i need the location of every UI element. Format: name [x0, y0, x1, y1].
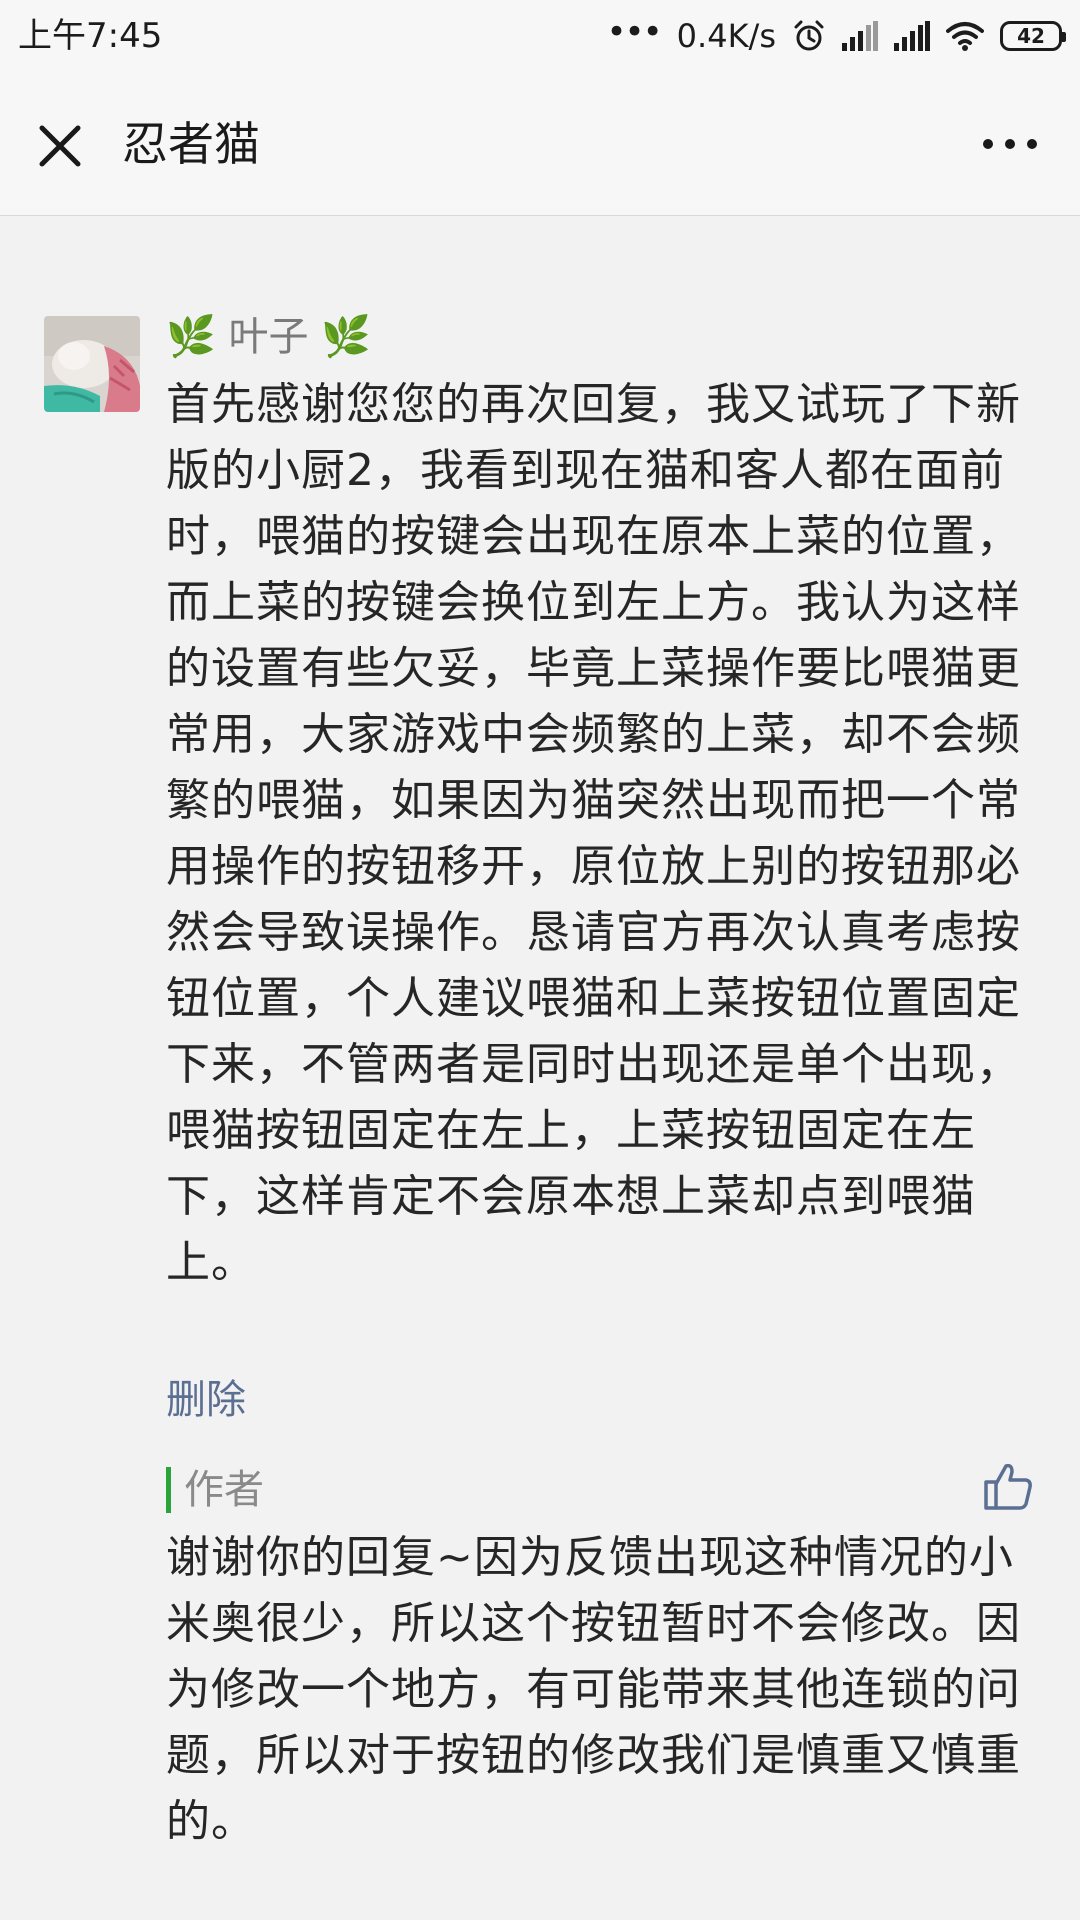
battery-icon: 42 — [1000, 21, 1066, 51]
author-name[interactable]: 🌿 叶子 🌿 — [166, 310, 371, 364]
page-title: 忍者猫 — [122, 117, 260, 171]
reply-accent-bar — [166, 1467, 171, 1513]
avatar[interactable] — [44, 316, 140, 412]
close-button[interactable] — [24, 110, 96, 182]
thumbs-up-icon — [984, 1463, 1032, 1510]
delete-button[interactable]: 删除 — [166, 1370, 246, 1430]
reply-text: 谢谢你的回复~因为反馈出现这种情况的小米奥很少，所以这个按钮暂时不会修改。因为修… — [166, 1532, 1021, 1847]
comment-text: 首先感谢您您的再次回复，我又试玩了下新版的小厨2，我看到现在猫和客人都在面前时，… — [166, 379, 1021, 1288]
reply-author-label: 作者 — [184, 1467, 264, 1513]
status-bar: 上午7:45 ••• 0.4K/s 42 — [0, 0, 1080, 72]
status-time: 上午7:45 — [18, 16, 163, 56]
notification-dots: ••• — [606, 12, 663, 52]
signal-icon — [894, 21, 930, 51]
wifi-icon — [946, 21, 984, 51]
signal-icon — [842, 21, 878, 51]
network-speed: 0.4K/s — [676, 17, 776, 55]
alarm-icon — [792, 19, 826, 53]
close-icon — [39, 125, 81, 167]
like-button[interactable] — [980, 1456, 1036, 1516]
status-icons: ••• 0.4K/s 42 — [607, 12, 1066, 58]
more-button[interactable] — [974, 112, 1046, 176]
header: 忍者猫 — [0, 72, 1080, 216]
more-icon — [983, 139, 1037, 149]
